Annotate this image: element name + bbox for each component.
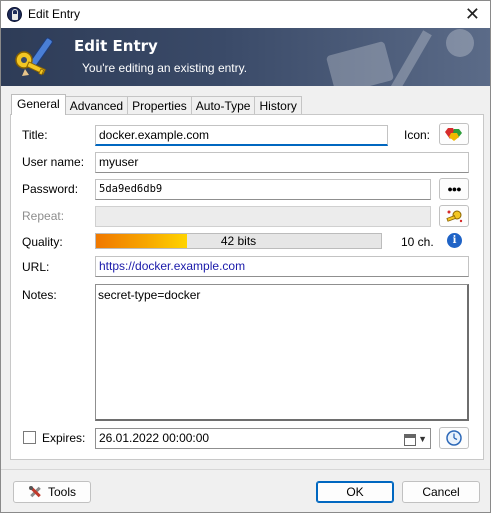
clock-icon [446,430,462,446]
notes-label: Notes: [22,288,57,302]
icon-label: Icon: [404,128,431,142]
title-label: Title: [22,128,48,142]
banner-subtitle: You're editing an existing entry. [82,61,248,75]
tools-button[interactable]: Tools [13,481,91,503]
repeat-password-input[interactable] [95,206,431,227]
title-input[interactable]: docker.example.com [95,125,388,146]
repeat-label: Repeat: [22,209,65,223]
username-input[interactable]: myuser [95,152,469,173]
edit-entry-dialog: Edit Entry ✕ Edit Entry You're editing a… [0,0,491,513]
footer-separator [1,469,490,470]
title-bar: Edit Entry ✕ [1,1,490,28]
password-input[interactable]: 5da9ed6db9 [95,179,431,200]
entry-icon-button[interactable] [439,123,469,145]
expiry-date-value: 26.01.2022 00:00:00 [99,431,210,445]
calendar-icon[interactable] [404,433,417,446]
header-banner: Edit Entry You're editing an existing en… [1,28,490,86]
banner-title: Edit Entry [74,37,158,55]
tools-button-label: Tools [47,485,76,499]
url-label: URL: [22,260,50,274]
tab-general[interactable]: General [11,94,66,115]
quality-progress-bar: 42 bits [95,233,382,249]
cancel-button[interactable]: Cancel [402,481,480,503]
password-generator-icon [446,210,463,223]
chevron-down-icon[interactable]: ▼ [418,432,427,447]
colorful-gems-icon [445,128,462,141]
show-password-button[interactable]: ●●● [439,178,469,200]
expires-checkbox[interactable] [23,431,36,444]
key-pen-icon [15,37,53,76]
notes-textarea[interactable]: secret-type=docker [95,284,469,421]
tab-properties[interactable]: Properties [127,96,192,115]
close-icon[interactable]: ✕ [465,4,480,24]
password-generator-button[interactable] [439,205,469,227]
banner-decoration-icon [326,29,474,86]
window-title: Edit Entry [28,7,81,21]
app-lock-icon [7,7,22,22]
wrench-icon [28,486,41,498]
tab-auto-type[interactable]: Auto-Type [190,96,256,115]
expiry-date-picker[interactable]: 26.01.2022 00:00:00 ▼ [95,428,431,449]
tab-strip: General Advanced Properties Auto-Type Hi… [11,94,302,115]
quality-bits-text: 42 bits [220,234,257,248]
url-input[interactable]: https://docker.example.com [95,256,469,277]
ok-button[interactable]: OK [316,481,394,503]
password-label: Password: [22,182,79,196]
quality-label: Quality: [22,235,63,249]
expires-label[interactable]: Expires: [42,431,85,445]
expiry-presets-button[interactable] [439,427,469,449]
tab-advanced[interactable]: Advanced [64,96,129,115]
tab-history[interactable]: History [254,96,302,115]
info-icon[interactable]: i [447,233,462,248]
username-label: User name: [22,155,85,169]
quality-char-count: 10 ch. [401,235,434,249]
